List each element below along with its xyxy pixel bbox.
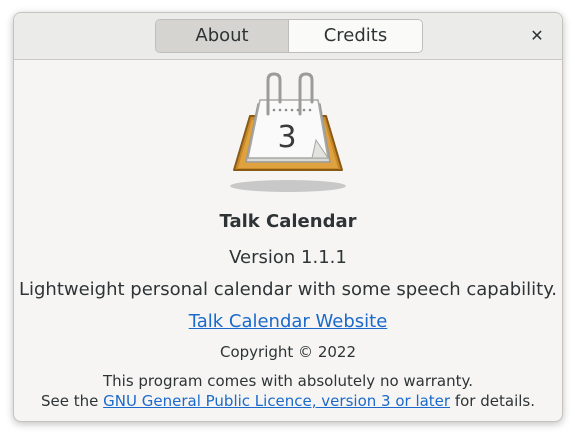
close-icon: ✕ xyxy=(530,26,544,45)
copyright: Copyright © 2022 xyxy=(219,343,356,361)
license-prefix: See the xyxy=(41,392,104,410)
about-dialog: About Credits ✕ 3 Talk Calendar Version … xyxy=(13,12,563,422)
about-content: 3 Talk Calendar Version 1.1.1 Lightweigh… xyxy=(14,60,562,421)
website-row: Talk Calendar Website xyxy=(14,311,562,332)
app-name: Talk Calendar xyxy=(219,211,357,232)
license-text: This program comes with absolutely no wa… xyxy=(14,371,562,411)
app-comments: Lightweight personal calendar with some … xyxy=(18,279,558,300)
website-link[interactable]: Talk Calendar Website xyxy=(189,311,388,332)
license-suffix: for details. xyxy=(450,392,535,410)
view-switcher: About Credits xyxy=(155,19,423,53)
calendar-icon: 3 xyxy=(230,72,346,192)
license-line-2: See the GNU General Public Licence, vers… xyxy=(14,391,562,411)
header-bar: About Credits ✕ xyxy=(14,13,562,60)
license-link[interactable]: GNU General Public Licence, version 3 or… xyxy=(103,392,450,410)
app-version: Version 1.1.1 xyxy=(229,247,347,268)
tab-credits[interactable]: Credits xyxy=(289,20,422,52)
close-button[interactable]: ✕ xyxy=(526,25,548,47)
license-line-1: This program comes with absolutely no wa… xyxy=(102,372,474,390)
calendar-day-number: 3 xyxy=(277,120,296,155)
tab-about[interactable]: About xyxy=(156,20,289,52)
